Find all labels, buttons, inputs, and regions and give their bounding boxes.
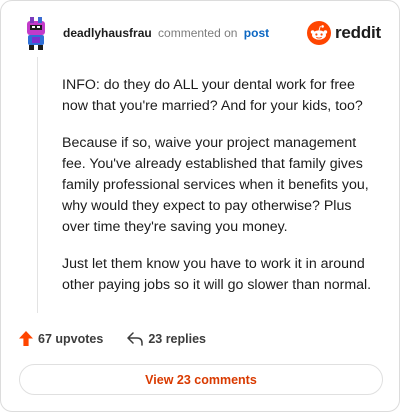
post-link[interactable]: post bbox=[244, 26, 269, 40]
username-link[interactable]: deadlyhausfrau bbox=[63, 26, 152, 40]
comment-paragraph: Because if so, waive your project manage… bbox=[62, 135, 369, 235]
view-comments-button[interactable]: View 23 comments bbox=[19, 364, 383, 395]
reply-arrow-icon bbox=[127, 331, 144, 346]
thread-line bbox=[37, 57, 38, 313]
reply-count: 23 replies bbox=[148, 331, 206, 346]
avatar-icon[interactable] bbox=[21, 15, 51, 51]
reddit-logo-icon bbox=[306, 21, 331, 45]
upvote-arrow-icon bbox=[19, 331, 33, 346]
comment-actions: 67 upvotes 23 replies bbox=[19, 331, 206, 346]
comment-header: deadlyhausfrau commented on post bbox=[21, 15, 269, 51]
action-text: commented on bbox=[158, 26, 238, 40]
comment-paragraph: Just let them know you have to work it i… bbox=[62, 256, 372, 293]
upvote-count: 67 upvotes bbox=[38, 331, 104, 346]
upvote-button[interactable]: 67 upvotes bbox=[19, 331, 103, 346]
comment-paragraph: INFO: do they do ALL your dental work fo… bbox=[62, 77, 363, 114]
comment-meta: deadlyhausfrau commented on post bbox=[63, 26, 269, 40]
reddit-logo-text: reddit bbox=[334, 23, 381, 42]
reddit-logo[interactable]: reddit bbox=[306, 21, 381, 45]
comment-card: deadlyhausfrau commented on post reddit … bbox=[0, 0, 400, 412]
comment-body: INFO: do they do ALL your dental work fo… bbox=[62, 75, 382, 312]
replies-button[interactable]: 23 replies bbox=[127, 332, 206, 346]
